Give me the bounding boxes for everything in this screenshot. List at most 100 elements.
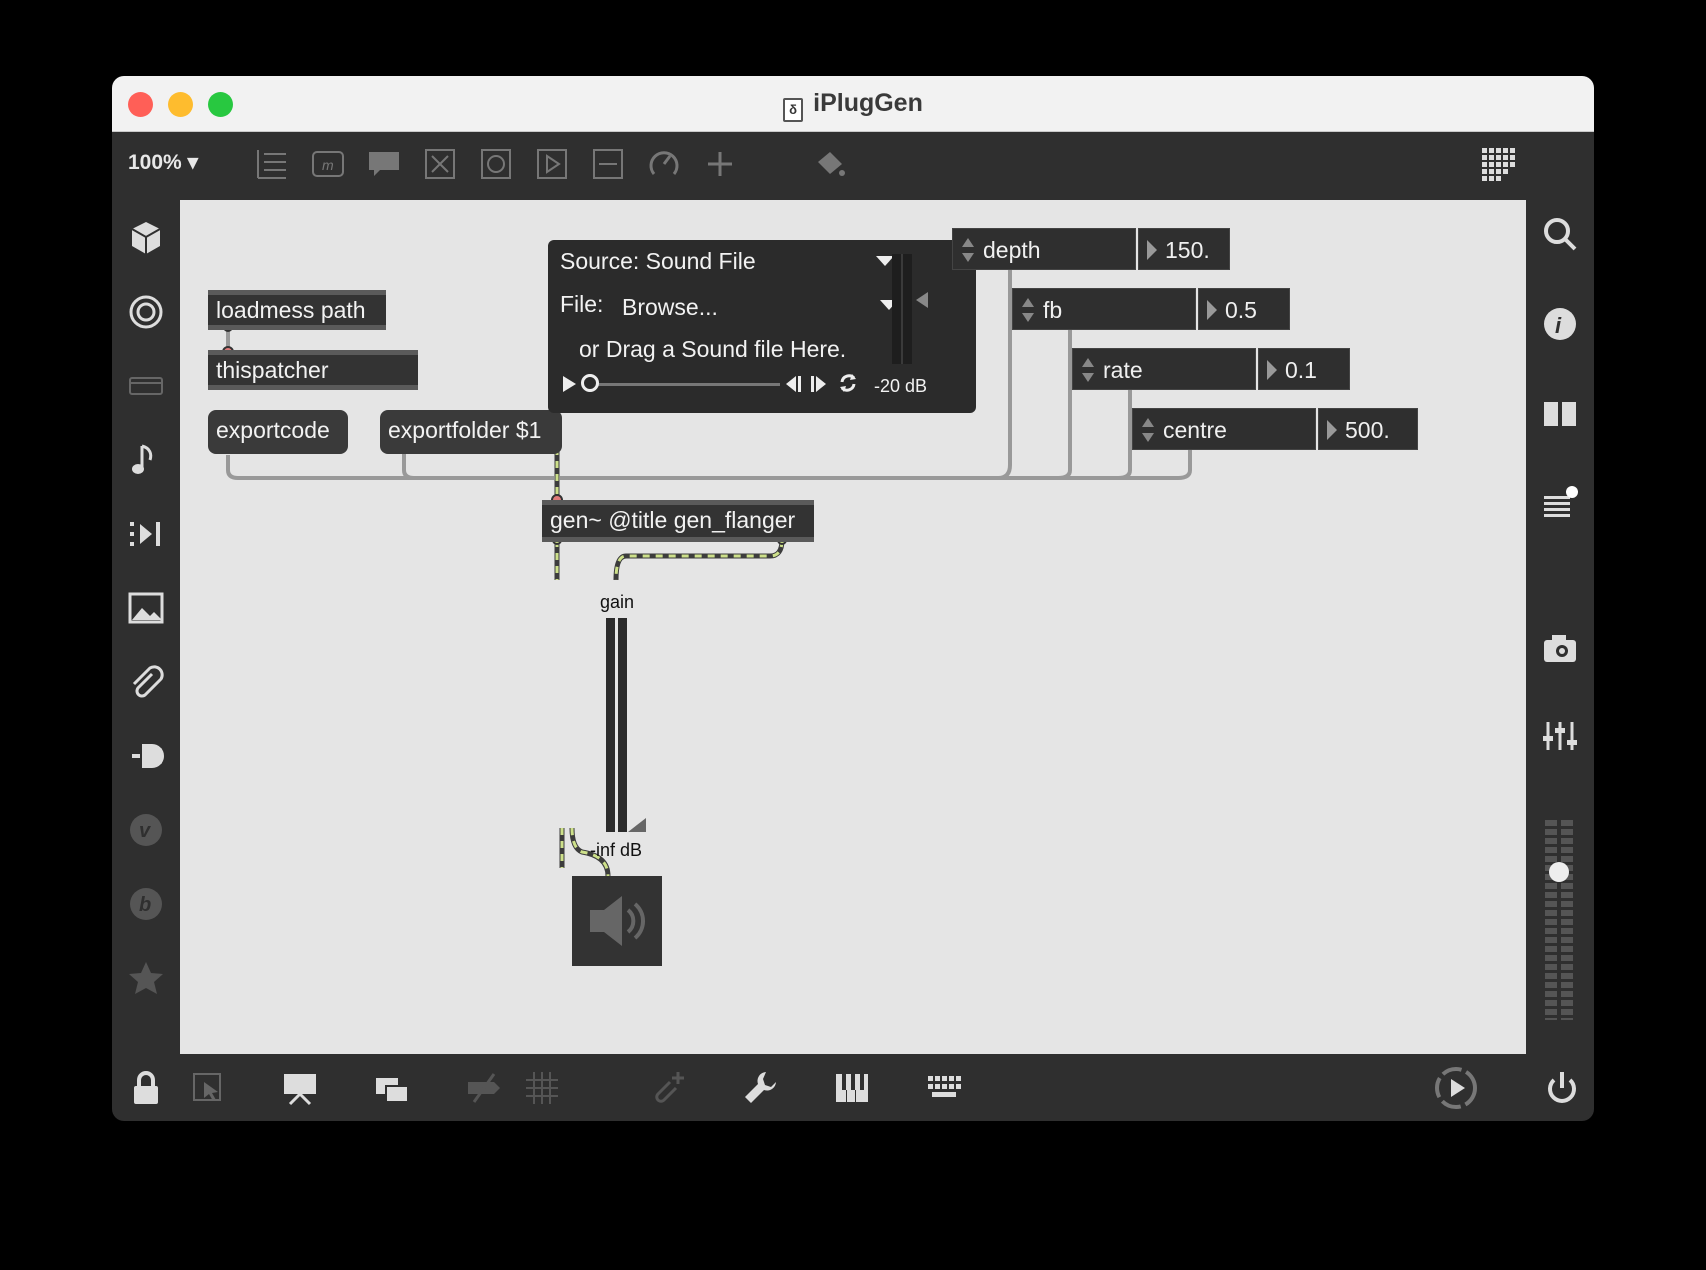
message-box-icon[interactable]: m <box>310 146 346 182</box>
gain-meter-left <box>606 618 615 832</box>
document-icon: δ <box>783 98 804 122</box>
scrub-knob[interactable] <box>581 374 599 392</box>
rate-number[interactable]: 0.1 <box>1258 348 1350 390</box>
fb-label[interactable]: fb <box>1012 288 1196 330</box>
info-icon[interactable]: i <box>1540 304 1580 344</box>
grid-menu-icon[interactable] <box>1480 146 1516 182</box>
source-label: Source: Sound File <box>560 248 756 274</box>
toolbar: 100% ▾ m <box>112 132 1594 196</box>
music-note-icon[interactable] <box>126 440 166 480</box>
patcher-canvas[interactable]: loadmess path thispatcher exportcode exp… <box>180 200 1526 1054</box>
step-forward-icon[interactable] <box>126 514 166 554</box>
select-icon[interactable] <box>188 1068 228 1108</box>
centre-label[interactable]: centre <box>1132 408 1316 450</box>
add-clip-icon[interactable] <box>648 1068 688 1108</box>
depth-number[interactable]: 150. <box>1138 228 1230 270</box>
zoom-menu[interactable]: 100% ▾ <box>128 150 198 175</box>
file-label: File: <box>560 291 604 317</box>
updown-icon <box>1082 358 1094 382</box>
hide-icon[interactable] <box>464 1068 504 1108</box>
mixer-icon[interactable] <box>1540 716 1580 756</box>
scrub-track[interactable] <box>588 383 780 386</box>
centre-number[interactable]: 500. <box>1318 408 1418 450</box>
volume-knob[interactable] <box>1549 862 1569 882</box>
window-title: δ iPlugGen <box>112 89 1594 122</box>
updown-icon <box>1142 418 1154 442</box>
exportfolder-message[interactable]: exportfolder $1 <box>380 410 562 454</box>
windows-icon[interactable] <box>372 1068 412 1108</box>
gen-object[interactable]: gen~ @title gen_flanger <box>542 500 814 542</box>
button-icon[interactable] <box>478 146 514 182</box>
meter-left <box>1545 820 1557 1020</box>
dac-object[interactable] <box>572 876 662 966</box>
svg-text:b: b <box>139 894 151 916</box>
dsp-icon[interactable] <box>1432 1064 1480 1112</box>
level-meter <box>892 254 912 364</box>
comment-icon[interactable] <box>366 146 402 182</box>
arrow-icon <box>1147 240 1157 260</box>
toggle-icon[interactable] <box>422 146 458 182</box>
arrow-icon <box>1267 360 1277 380</box>
paperclip-icon[interactable] <box>126 662 166 702</box>
play-icon[interactable] <box>560 374 580 394</box>
cube-icon[interactable] <box>126 218 166 258</box>
updown-icon <box>962 238 974 262</box>
add-object-icon[interactable] <box>702 146 738 182</box>
fb-number[interactable]: 0.5 <box>1198 288 1290 330</box>
rate-label[interactable]: rate <box>1072 348 1256 390</box>
piano-icon[interactable] <box>832 1068 872 1108</box>
gain-thumb-icon[interactable] <box>628 818 646 832</box>
right-sidebar: i <box>1526 200 1594 1054</box>
play-button-icon[interactable] <box>534 146 570 182</box>
master-volume-slider[interactable] <box>1542 820 1578 1030</box>
gain-slider[interactable] <box>606 618 648 832</box>
star-icon[interactable] <box>126 958 166 998</box>
next-icon[interactable] <box>810 374 828 394</box>
gain-readout: -inf dB <box>590 840 643 860</box>
image-icon[interactable] <box>126 588 166 628</box>
speaker-icon <box>590 896 646 946</box>
left-sidebar: v b <box>112 200 180 1054</box>
wrench-icon[interactable] <box>740 1068 780 1108</box>
v-icon[interactable]: v <box>126 810 166 850</box>
list-icon[interactable] <box>1540 484 1580 524</box>
previous-icon[interactable] <box>784 374 802 394</box>
b-icon[interactable]: b <box>126 884 166 924</box>
depth-label[interactable]: depth <box>952 228 1136 270</box>
level-readout: -20 dB <box>874 376 928 396</box>
updown-icon <box>1022 298 1034 322</box>
gain-meter-right <box>618 618 627 832</box>
svg-text:i: i <box>1555 313 1562 338</box>
dial-icon[interactable] <box>646 146 682 182</box>
search-icon[interactable] <box>1540 214 1580 254</box>
svg-text:m: m <box>322 157 334 173</box>
power-icon[interactable] <box>1542 1068 1582 1108</box>
plug-icon[interactable] <box>126 736 166 776</box>
playlist-object[interactable]: Source: Sound File File: Browse... or Dr… <box>548 240 976 413</box>
paint-bucket-icon[interactable] <box>812 146 848 182</box>
loadmess-object[interactable]: loadmess path <box>208 290 386 330</box>
arrow-icon <box>1327 420 1337 440</box>
loop-icon[interactable] <box>838 372 858 394</box>
target-icon[interactable] <box>126 292 166 332</box>
slider-icon[interactable] <box>590 146 626 182</box>
browse-file-menu[interactable]: Browse... <box>622 294 718 321</box>
svg-text:v: v <box>139 820 152 842</box>
drag-hint: or Drag a Sound file Here. <box>579 336 847 362</box>
gain-label: gain <box>600 592 635 612</box>
meter-right <box>1561 820 1573 1020</box>
grid-icon[interactable] <box>522 1068 562 1108</box>
thispatcher-object[interactable]: thispatcher <box>208 350 418 390</box>
exportcode-message[interactable]: exportcode <box>208 410 348 454</box>
arrow-icon <box>1207 300 1217 320</box>
object-box-icon[interactable] <box>254 146 290 182</box>
columns-icon[interactable] <box>1540 394 1580 434</box>
presentation-icon[interactable] <box>280 1068 320 1108</box>
app-window: δ iPlugGen 100% ▾ m v b i loadmess path … <box>112 76 1594 1121</box>
level-arrow-icon[interactable] <box>916 292 930 308</box>
lock-icon[interactable] <box>126 1068 166 1108</box>
camera-icon[interactable] <box>1540 628 1580 668</box>
bottom-bar <box>112 1054 1594 1121</box>
clip-icon[interactable] <box>126 366 166 406</box>
keyboard-icon[interactable] <box>924 1068 964 1108</box>
